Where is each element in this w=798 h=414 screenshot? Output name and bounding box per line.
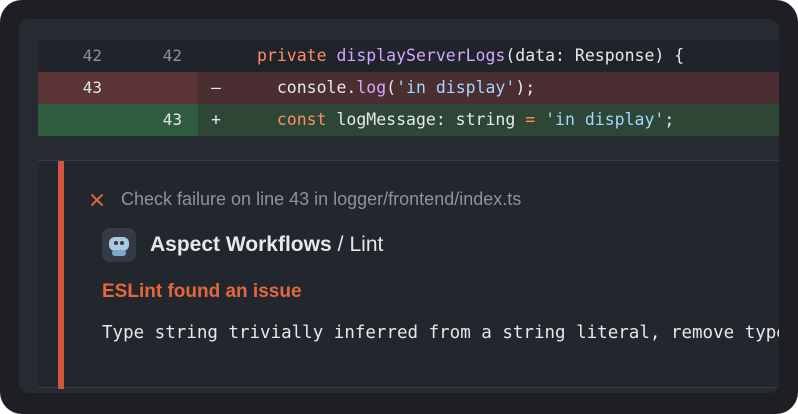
diff-hunk: 42 42 private displayServerLogs(data: Re… <box>38 40 779 160</box>
annotation-failure-bar <box>58 161 64 389</box>
code-line: console.log('in display'); <box>257 72 535 104</box>
diff-marker-minus: – <box>211 78 221 97</box>
app-name-link[interactable]: Aspect Workflows <box>150 233 332 257</box>
check-name[interactable]: Lint <box>350 233 384 257</box>
issue-message: Type string trivially inferred from a st… <box>102 323 779 343</box>
code-keyword: const <box>276 110 327 129</box>
code-text: (data: Response) { <box>505 46 685 65</box>
code-string: 'in display' <box>396 78 516 97</box>
code-operator: = <box>525 110 536 129</box>
diff-row-context: 42 42 private displayServerLogs(data: Re… <box>38 40 779 72</box>
review-panel: 42 42 private displayServerLogs(data: Re… <box>19 19 779 393</box>
check-failure-text[interactable]: Check failure on line 43 in logger/front… <box>121 189 521 210</box>
old-line-number[interactable]: 43 <box>38 72 198 104</box>
code-text: ); <box>515 78 536 97</box>
check-failure-row: Check failure on line 43 in logger/front… <box>88 189 521 210</box>
old-line-number[interactable]: 42 <box>38 40 102 72</box>
code-text: logMessage: string <box>326 110 526 129</box>
code-text: ( <box>386 78 397 97</box>
new-line-number[interactable]: 42 <box>118 40 182 72</box>
code-function: displayServerLogs <box>336 46 506 65</box>
issue-title: ESLint found an issue <box>102 281 302 302</box>
code-text: ; <box>664 110 675 129</box>
window-frame: 42 42 private displayServerLogs(data: Re… <box>0 0 798 414</box>
code-line: const logMessage: string = 'in display'; <box>257 104 674 136</box>
code-keyword: private <box>257 46 327 65</box>
code-string: 'in display' <box>545 110 665 129</box>
diff-row-added: 43 + const logMessage: string = 'in disp… <box>38 104 779 136</box>
check-app-row: Aspect Workflows / Lint <box>102 228 383 262</box>
code-text: console. <box>257 78 357 97</box>
check-annotation: Check failure on line 43 in logger/front… <box>38 160 779 389</box>
diff-row-deleted: 43 – console.log('in display'); <box>38 72 779 104</box>
bot-avatar-icon[interactable] <box>102 228 136 262</box>
code-line: private displayServerLogs(data: Response… <box>257 40 684 72</box>
diff-marker-plus: + <box>211 110 221 129</box>
app-separator: / <box>337 233 344 256</box>
new-line-number[interactable]: 43 <box>38 104 198 136</box>
x-icon <box>88 191 106 209</box>
code-function: log <box>356 78 387 97</box>
